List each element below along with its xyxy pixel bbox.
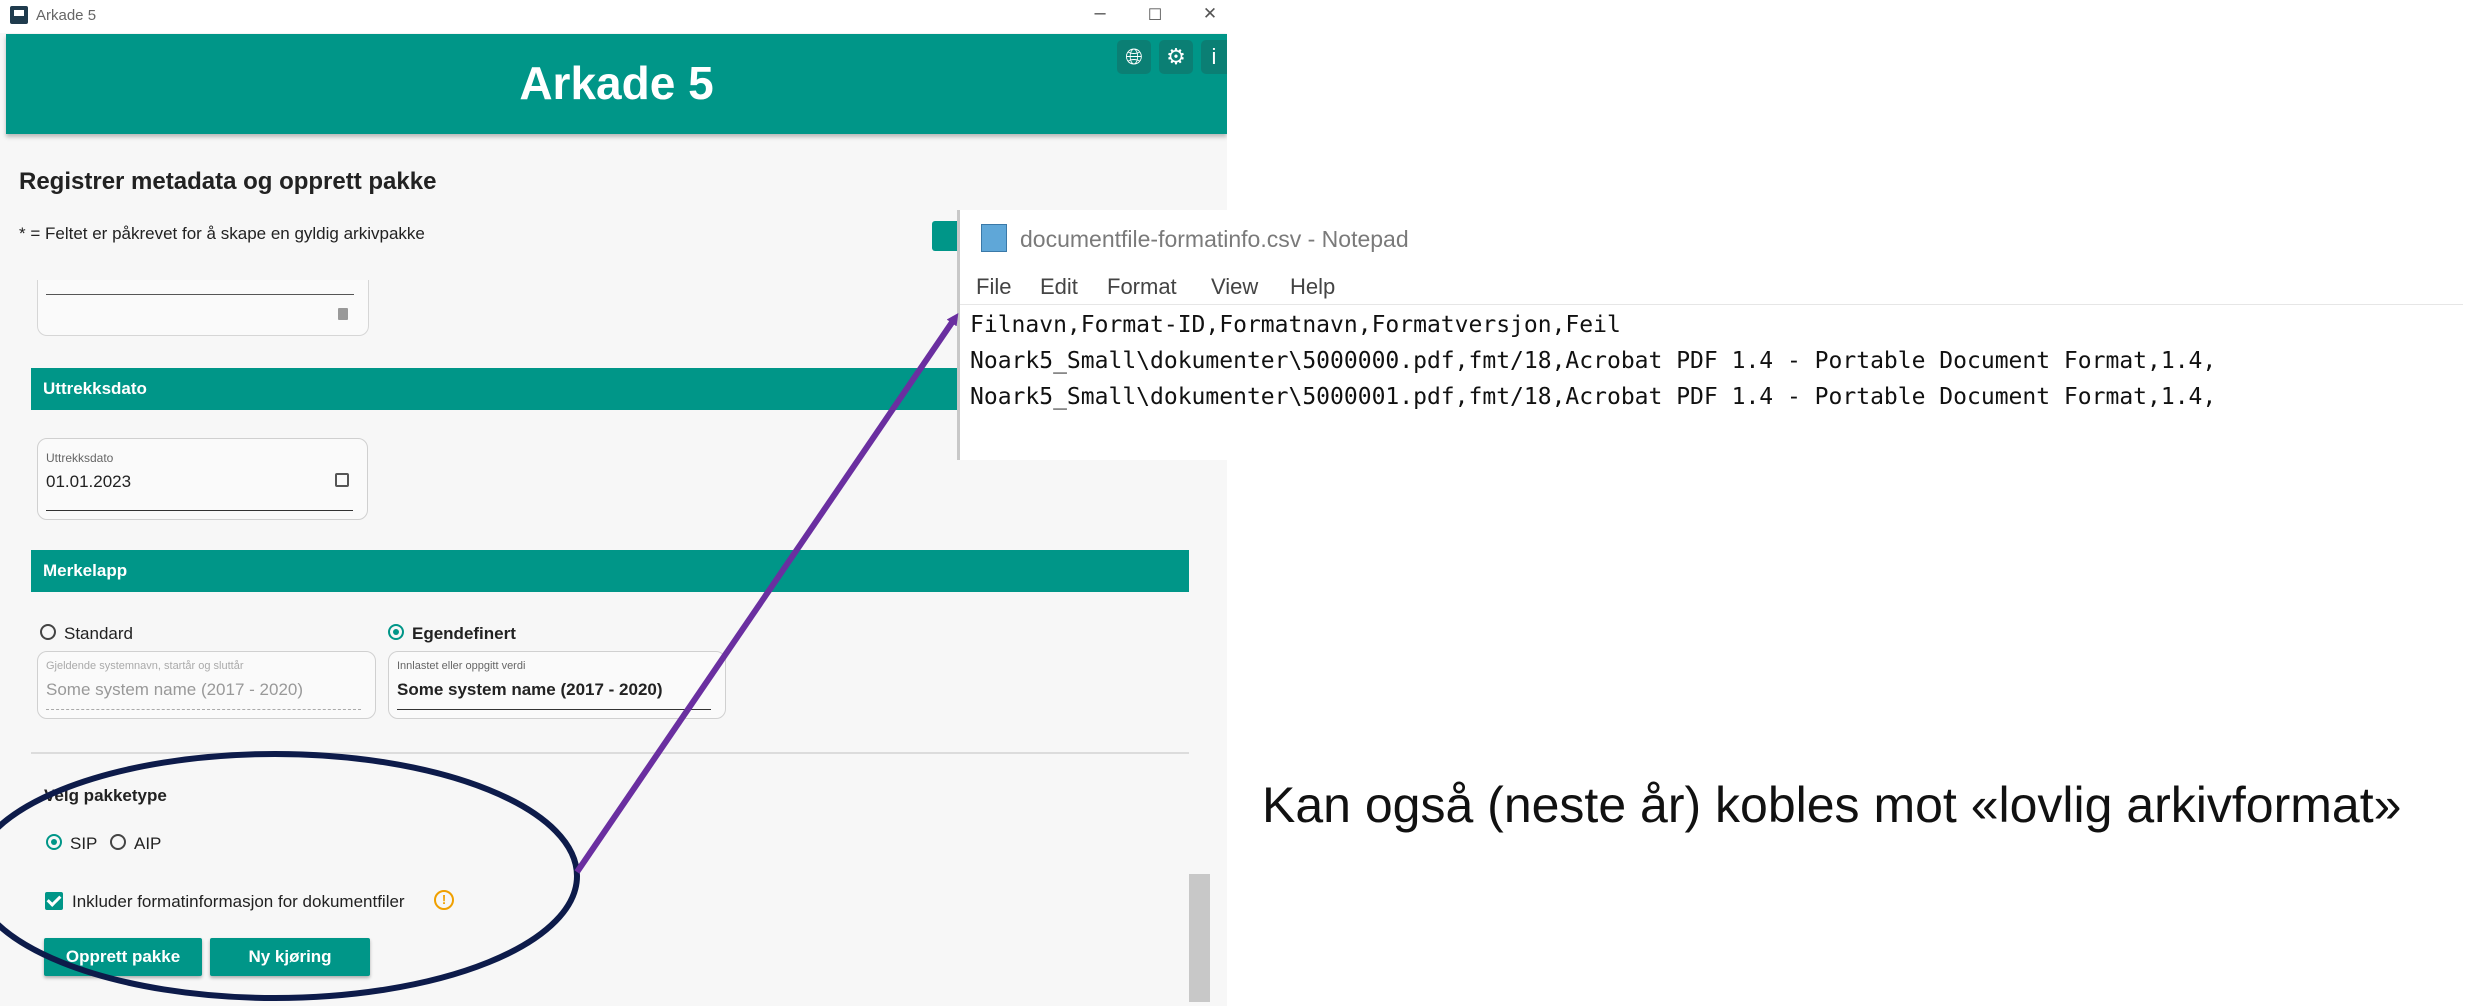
annotation-arrow	[574, 313, 959, 874]
highlight-ellipse	[0, 751, 580, 1001]
annotation-overlay	[0, 313, 959, 1001]
